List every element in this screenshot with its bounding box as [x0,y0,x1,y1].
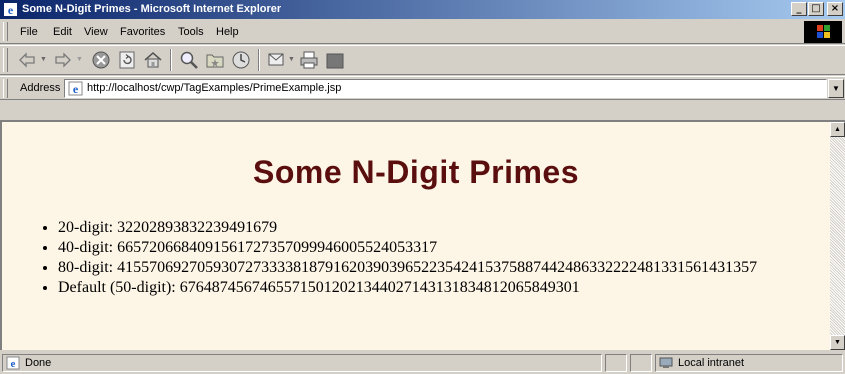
window-title: Some N-Digit Primes - Microsoft Internet… [22,3,282,15]
page-icon: e [68,81,83,96]
menu-favorites[interactable]: Favorites [120,25,165,39]
home-icon[interactable] [142,49,164,71]
toolbar-separator [170,49,172,71]
standard-toolbar: ▼ ▼ ▼ [0,45,845,75]
svg-text:e: e [73,82,79,96]
browser-window: e Some N-Digit Primes - Microsoft Intern… [0,0,845,374]
mail-dropdown-icon[interactable]: ▼ [288,56,295,63]
toolbar-separator [258,49,260,71]
windows-logo-icon [804,21,842,43]
svg-text:e: e [8,3,14,17]
list-item: 80-digit: 415570692705930727333381879162… [58,258,818,278]
status-zone-panel: Local intranet [655,354,843,372]
forward-icon[interactable] [52,49,74,71]
status-panel [630,354,652,372]
svg-text:e: e [11,358,16,370]
list-item: 20-digit: 32202893832239491679 [58,218,830,238]
ie-icon: e [4,3,17,17]
address-label: Address [20,82,61,94]
status-bar: e Done Local intranet [0,352,845,374]
title-bar[interactable]: e Some N-Digit Primes - Microsoft Intern… [0,0,845,19]
status-panel [605,354,627,372]
list-item: 40-digit: 665720668409156172735709994600… [58,238,830,258]
minimize-button[interactable]: _ [791,2,807,16]
local-intranet-icon [659,357,673,368]
search-icon[interactable] [178,49,200,71]
scroll-down-button[interactable]: ▼ [830,335,845,350]
status-main-panel: e Done [2,354,602,372]
menubar-grip[interactable] [3,22,8,41]
print-icon[interactable] [298,49,320,71]
menu-file[interactable]: File [20,25,38,39]
forward-dropdown-icon[interactable]: ▼ [76,56,83,63]
back-icon[interactable] [16,49,38,71]
page-heading: Some N-Digit Primes [252,154,579,190]
scroll-up-button[interactable]: ▲ [830,122,845,137]
menu-tools[interactable]: Tools [178,25,204,39]
address-input[interactable]: e http://localhost/cwp/TagExamples/Prime… [64,79,827,98]
back-dropdown-icon[interactable]: ▼ [40,56,47,63]
stop-icon[interactable] [90,49,112,71]
list-item: Default (50-digit): 67648745674655715012… [58,278,830,298]
close-button[interactable]: × [827,2,843,16]
status-text: Done [25,357,52,369]
addressbar-grip[interactable] [3,79,8,98]
refresh-icon[interactable] [116,49,138,71]
toolbar-grip[interactable] [3,48,8,72]
menu-view[interactable]: View [84,25,108,39]
page-done-icon: e [6,356,20,370]
mail-icon[interactable] [266,49,288,71]
edit-icon[interactable] [324,49,346,71]
vertical-scrollbar[interactable]: ▲ ▼ [830,122,845,350]
primes-list: 20-digit: 32202893832239491679 40-digit:… [40,218,830,298]
address-value: http://localhost/cwp/TagExamples/PrimeEx… [87,82,342,94]
address-bar: Address e http://localhost/cwp/TagExampl… [0,76,845,100]
menu-help[interactable]: Help [216,25,239,39]
maximize-button[interactable]: □ [808,2,824,16]
menu-edit[interactable]: Edit [53,25,72,39]
history-icon[interactable] [230,49,252,71]
page-viewport[interactable]: Some N-Digit Primes 20-digit: 3220289383… [0,122,830,350]
menu-bar: File Edit View Favorites Tools Help [0,20,845,44]
zone-text: Local intranet [678,357,745,369]
address-dropdown-button[interactable]: ▼ [828,79,844,98]
favorites-icon[interactable] [204,49,226,71]
